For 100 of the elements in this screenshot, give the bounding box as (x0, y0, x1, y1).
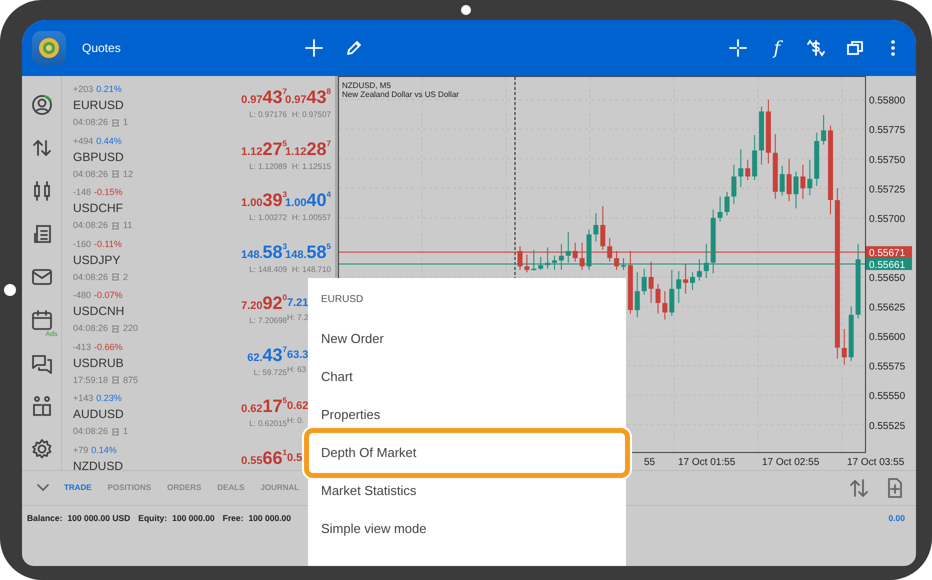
spread-value: 2 (123, 272, 128, 284)
candle (648, 261, 654, 304)
chart-symbol: NZDUSD, M5 (342, 81, 391, 90)
price-axis-label: 0.55600 (869, 332, 906, 344)
low-price: L: 148.409 (249, 264, 287, 276)
candle (593, 212, 598, 242)
low-price: L: 0.97176 (249, 109, 287, 121)
low-price: L: 7.20698 (249, 315, 287, 327)
ref-line-label: 0.55671 (869, 248, 906, 260)
account-value: 100 000.00 (172, 512, 215, 524)
spread-icon (111, 170, 120, 178)
candle (794, 171, 798, 209)
spread-value: 1 (123, 117, 128, 129)
crosshair-icon (729, 39, 747, 57)
price-axis-label: 0.55725 (869, 184, 906, 196)
change-points: +494 (73, 136, 94, 146)
spread-icon (111, 376, 120, 384)
currency-icon (805, 38, 827, 58)
change-percent: 0.44% (96, 136, 122, 146)
price-axis-label: 0.55650 (869, 273, 906, 284)
sort-icon (849, 479, 869, 497)
change-points: -160 (73, 238, 92, 248)
change-percent: 0.14% (91, 444, 117, 454)
account-label: Free: (222, 512, 244, 524)
candle (738, 148, 744, 188)
page-title: Quotes (82, 40, 121, 57)
candle (814, 132, 820, 186)
price-axis-label: 0.55575 (869, 362, 906, 373)
candle (676, 270, 682, 304)
candle (614, 250, 620, 270)
symbol-name: NZDUSD (73, 458, 124, 470)
candle (642, 268, 647, 296)
calendar-icon (30, 308, 52, 331)
menu-icon (890, 39, 896, 57)
people-icon (30, 394, 52, 417)
bottom-tab[interactable]: TRADE (64, 478, 92, 498)
indicators-button[interactable]: f (764, 35, 790, 61)
candle (821, 114, 826, 146)
high-price: H: 148.710 (292, 264, 331, 276)
windows-icon (846, 39, 864, 57)
quote-time: 04:08:26 (73, 272, 108, 284)
ask-price: 7.21 (287, 296, 308, 310)
candle (524, 254, 530, 273)
candle (696, 258, 702, 282)
symbol-name: USDCHF (73, 201, 124, 216)
candle (752, 134, 758, 181)
price-axis-label: 0.55700 (869, 214, 906, 225)
candle (558, 243, 564, 270)
change-percent: 0.23% (96, 393, 122, 403)
spread-value: 12 (123, 168, 134, 180)
candle (745, 159, 750, 181)
account-value: 100 000.00 (248, 512, 291, 524)
chart-description: New Zealand Dollar vs US Dollar (342, 90, 459, 99)
ask-price: 63.3 (287, 348, 308, 362)
app-logo[interactable] (32, 31, 66, 65)
candle (718, 196, 723, 222)
account-value: 100 000.00 USD (67, 512, 130, 524)
candle (538, 256, 544, 270)
candle (704, 243, 709, 279)
low-price: L: 0.62015 (249, 418, 287, 430)
candle (580, 242, 585, 270)
high-price: H: 1.00557 (292, 212, 331, 224)
time-axis-label: 55 (644, 457, 656, 468)
candle (607, 237, 612, 262)
candle (669, 269, 674, 317)
price-axis-label: 0.55750 (869, 154, 906, 166)
change-points: +79 (73, 444, 88, 454)
candle (772, 133, 778, 200)
candle (724, 191, 730, 216)
candle (634, 272, 640, 318)
time-axis-label: 17 Oct 01:55 (678, 457, 736, 468)
spread-icon (111, 118, 120, 127)
candle (518, 246, 522, 270)
candle (621, 258, 626, 270)
candle (683, 264, 688, 294)
candle (807, 159, 812, 196)
high-price: H: 1.12515 (292, 160, 331, 172)
candle (566, 232, 571, 264)
candle (656, 284, 660, 314)
candle (586, 229, 592, 270)
quote-time: 17:59:18 (73, 374, 108, 386)
candle (531, 249, 536, 270)
change-points: +143 (73, 393, 94, 403)
symbol-name: USDJPY (73, 252, 122, 268)
spread-icon (111, 324, 120, 333)
price-tag: 0.55671 (866, 246, 912, 260)
candle (766, 99, 771, 164)
candle (710, 209, 716, 274)
profit-value: 0.00 (888, 512, 905, 524)
price-axis-label: 0.55550 (869, 391, 906, 402)
symbol-name: GBPUSD (73, 150, 125, 164)
camera-dot (461, 5, 471, 15)
change-percent: -0.07% (94, 290, 123, 300)
menu-item[interactable]: Depth Of Market (304, 428, 630, 478)
ref-line-label: 0.55661 (869, 260, 906, 271)
candle (552, 255, 557, 270)
change-points: -480 (73, 290, 92, 300)
change-percent: 0.21% (96, 84, 122, 94)
symbol-name: AUDUSD (73, 407, 125, 422)
spread-value: 1 (123, 426, 128, 438)
